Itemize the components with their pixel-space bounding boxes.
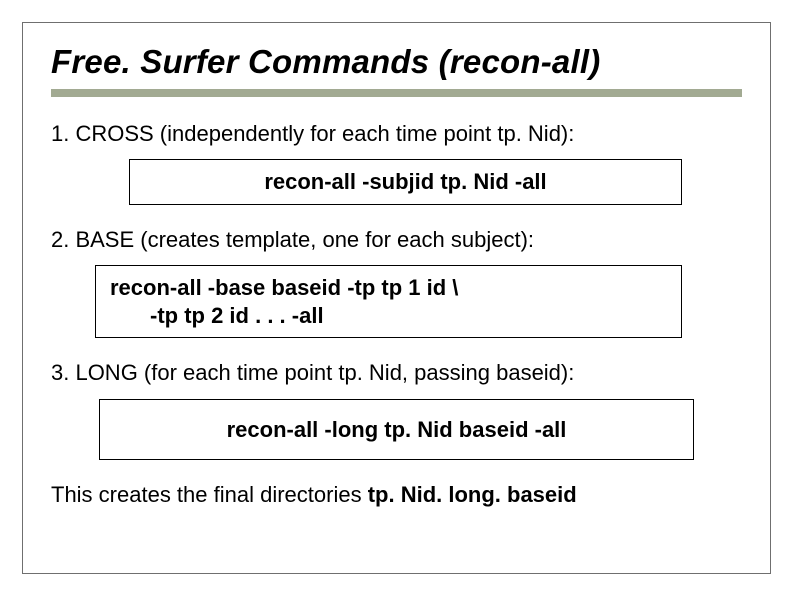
command-box-base: recon-all -base baseid -tp tp 1 id \ -tp… — [95, 265, 682, 338]
command-box-long: recon-all -long tp. Nid baseid -all — [99, 399, 694, 461]
step-2-label: 2. BASE (creates template, one for each … — [51, 227, 742, 253]
final-dirs: tp. Nid. long. baseid — [368, 482, 577, 507]
slide-title: Free. Surfer Commands (recon-all) — [51, 43, 742, 81]
step-1-label: 1. CROSS (independently for each time po… — [51, 121, 742, 147]
slide: Free. Surfer Commands (recon-all) 1. CRO… — [0, 0, 793, 596]
slide-frame: Free. Surfer Commands (recon-all) 1. CRO… — [22, 22, 771, 574]
command-base-line2: -tp tp 2 id . . . -all — [110, 302, 667, 330]
command-base-line1: recon-all -base baseid -tp tp 1 id \ — [110, 275, 458, 300]
title-underline — [51, 89, 742, 97]
final-note: This creates the final directories tp. N… — [51, 482, 742, 508]
command-long-text: recon-all -long tp. Nid baseid -all — [227, 417, 567, 442]
command-cross-text: recon-all -subjid tp. Nid -all — [264, 169, 546, 194]
step-3-label: 3. LONG (for each time point tp. Nid, pa… — [51, 360, 742, 386]
command-box-cross: recon-all -subjid tp. Nid -all — [129, 159, 682, 205]
final-note-text: This creates the final directories — [51, 482, 368, 507]
